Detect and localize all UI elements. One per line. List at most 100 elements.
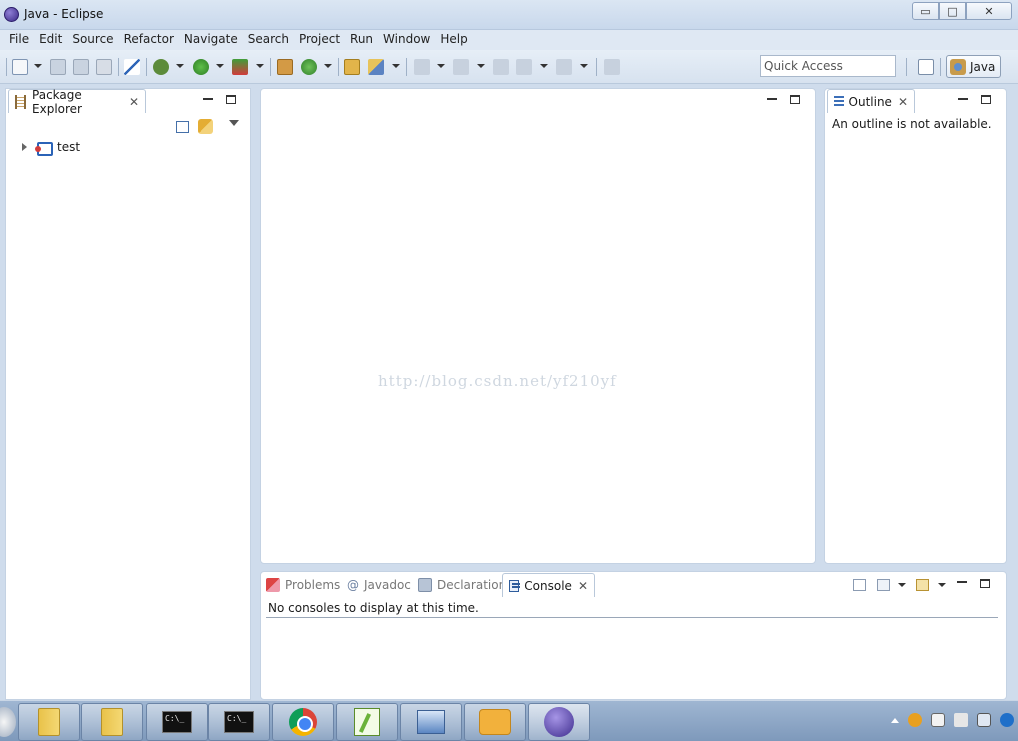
taskbar-cmd-2[interactable]: C:\_ xyxy=(208,703,270,741)
tab-console-label: Console xyxy=(524,578,572,593)
previous-annotation-icon[interactable] xyxy=(453,59,469,75)
run-icon[interactable] xyxy=(193,59,209,75)
tab-outline[interactable]: Outline ✕ xyxy=(827,89,915,113)
last-edit-icon[interactable] xyxy=(493,59,509,75)
close-icon[interactable]: ✕ xyxy=(898,95,908,109)
taskbar-explorer-2[interactable] xyxy=(81,703,143,741)
back-dropdown-arrow[interactable] xyxy=(540,64,548,68)
java-perspective-icon xyxy=(950,58,966,75)
tree-item-test[interactable]: test xyxy=(22,140,80,156)
eclipse-icon xyxy=(544,707,574,737)
collapse-all-icon[interactable] xyxy=(176,121,189,133)
minimize-editor-icon[interactable] xyxy=(767,98,777,100)
save-all-icon[interactable] xyxy=(73,59,89,75)
tab-problems[interactable]: Problems xyxy=(266,578,340,592)
maximize-view-icon[interactable] xyxy=(980,579,990,588)
menu-project[interactable]: Project xyxy=(294,30,345,50)
new-console-dropdown-arrow[interactable] xyxy=(938,583,946,587)
open-perspective-icon[interactable] xyxy=(918,59,934,75)
next-annotation-icon[interactable] xyxy=(414,59,430,75)
forward-icon[interactable] xyxy=(556,59,572,75)
coverage-icon[interactable] xyxy=(232,59,248,75)
minimize-view-icon[interactable] xyxy=(203,98,213,100)
menu-help[interactable]: Help xyxy=(435,30,472,50)
debug-dropdown-arrow[interactable] xyxy=(176,64,184,68)
minimize-view-icon[interactable] xyxy=(957,581,967,583)
taskbar-cmd-1[interactable]: C:\_ xyxy=(146,703,208,741)
tab-javadoc[interactable]: @ Javadoc xyxy=(347,578,411,592)
maximize-view-icon[interactable] xyxy=(981,95,991,104)
view-menu-icon[interactable] xyxy=(229,120,239,126)
show-hidden-icons-icon[interactable] xyxy=(891,717,899,723)
pin-editor-icon[interactable] xyxy=(604,59,620,75)
menu-window[interactable]: Window xyxy=(378,30,435,50)
taskbar-notepadpp[interactable] xyxy=(336,703,398,741)
coverage-dropdown-arrow[interactable] xyxy=(256,64,264,68)
link-with-editor-icon[interactable] xyxy=(198,119,213,134)
close-icon[interactable]: ✕ xyxy=(129,95,139,109)
search-dropdown-arrow[interactable] xyxy=(392,64,400,68)
editor-area[interactable] xyxy=(260,88,816,564)
update-icon[interactable] xyxy=(1000,713,1014,727)
close-button[interactable]: ✕ xyxy=(966,2,1012,20)
new-java-project-icon[interactable] xyxy=(277,59,293,75)
display-console-icon[interactable] xyxy=(877,579,890,591)
java-perspective-button[interactable]: Java xyxy=(946,55,1001,78)
taskbar-network[interactable] xyxy=(400,703,462,741)
new-class-dropdown-arrow[interactable] xyxy=(324,64,332,68)
menu-run[interactable]: Run xyxy=(345,30,378,50)
save-icon[interactable] xyxy=(50,59,66,75)
expand-icon[interactable] xyxy=(22,143,27,151)
outline-label: Outline xyxy=(848,94,892,109)
new-class-icon[interactable] xyxy=(301,59,317,75)
close-icon[interactable]: ✕ xyxy=(578,579,588,593)
toolbar-separator xyxy=(118,58,119,76)
tab-console[interactable]: Console ✕ xyxy=(502,573,595,597)
maximize-editor-icon[interactable] xyxy=(790,95,800,104)
menu-edit[interactable]: Edit xyxy=(34,30,67,50)
toolbar-separator xyxy=(146,58,147,76)
next-annotation-dropdown-arrow[interactable] xyxy=(437,64,445,68)
new-dropdown-arrow[interactable] xyxy=(34,64,42,68)
qq-icon[interactable] xyxy=(908,713,922,727)
window-title: Java - Eclipse xyxy=(24,7,104,21)
menu-source[interactable]: Source xyxy=(67,30,118,50)
menu-refactor[interactable]: Refactor xyxy=(119,30,179,50)
back-icon[interactable] xyxy=(516,59,532,75)
tab-package-explorer[interactable]: Package Explorer ✕ xyxy=(8,88,146,116)
eclipse-app-icon xyxy=(4,7,19,22)
skip-breakpoints-icon[interactable] xyxy=(124,59,140,75)
console-icon xyxy=(509,579,521,592)
taskbar-eclipse[interactable] xyxy=(528,703,590,741)
debug-icon[interactable] xyxy=(153,59,169,75)
start-button[interactable] xyxy=(0,707,16,737)
open-type-icon[interactable] xyxy=(344,59,360,75)
menu-search[interactable]: Search xyxy=(243,30,294,50)
command-prompt-icon: C:\_ xyxy=(224,711,254,733)
volume-icon[interactable] xyxy=(954,713,968,727)
maximize-view-icon[interactable] xyxy=(226,95,236,104)
toolbar-separator xyxy=(270,58,271,76)
menu-navigate[interactable]: Navigate xyxy=(179,30,243,50)
open-console-icon[interactable] xyxy=(853,579,866,591)
taskbar-explorer-1[interactable] xyxy=(18,703,80,741)
forward-dropdown-arrow[interactable] xyxy=(580,64,588,68)
taskbar-messenger[interactable] xyxy=(464,703,526,741)
taskbar-chrome[interactable] xyxy=(272,703,334,741)
new-wizard-icon[interactable] xyxy=(12,59,28,75)
search-icon[interactable] xyxy=(368,59,384,75)
print-icon[interactable] xyxy=(96,59,112,75)
maximize-button[interactable]: □ xyxy=(939,2,966,20)
tab-declaration[interactable]: Declaration xyxy=(418,578,506,592)
run-dropdown-arrow[interactable] xyxy=(216,64,224,68)
network-status-icon[interactable] xyxy=(977,713,991,727)
menu-file[interactable]: File xyxy=(4,30,34,50)
device-icon[interactable] xyxy=(931,713,945,727)
new-console-icon[interactable] xyxy=(916,579,929,591)
quick-access-input[interactable]: Quick Access xyxy=(760,55,896,77)
minimize-button[interactable]: ▭ xyxy=(912,2,939,20)
previous-annotation-dropdown-arrow[interactable] xyxy=(477,64,485,68)
display-console-dropdown-arrow[interactable] xyxy=(898,583,906,587)
window-controls: ▭ □ ✕ xyxy=(912,2,1012,20)
minimize-view-icon[interactable] xyxy=(958,98,968,100)
